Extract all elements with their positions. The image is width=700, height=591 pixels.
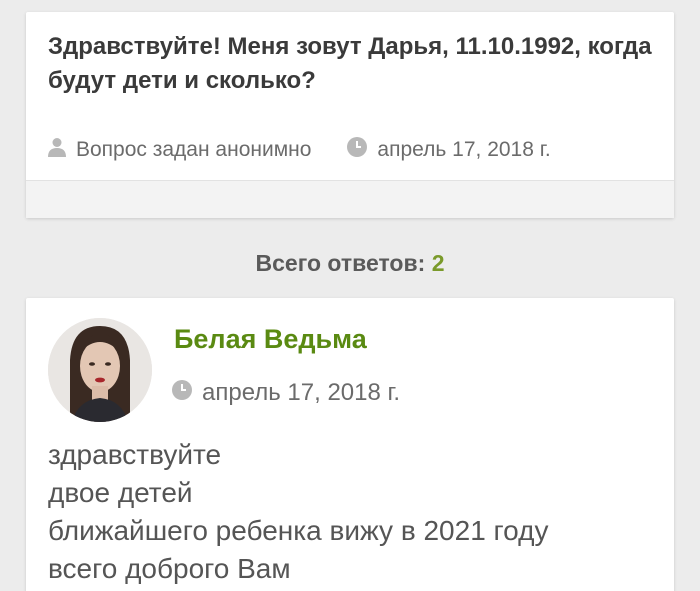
question-card: Здравствуйте! Меня зовут Дарья, 11.10.19… (26, 12, 674, 218)
clock-icon (347, 137, 368, 163)
answer-line: двое детей (48, 477, 193, 508)
answer-date-text: апрель 17, 2018 г. (202, 379, 400, 406)
question-date-text: апрель 17, 2018 г. (377, 138, 551, 161)
answer-date: апрель 17, 2018 г. (172, 378, 400, 408)
avatar-portrait (48, 318, 152, 422)
answers-count: Всего ответов: 2 (0, 250, 700, 277)
answers-count-value: 2 (431, 250, 445, 276)
avatar[interactable] (48, 318, 152, 422)
clock-icon (172, 379, 192, 407)
question-author: Вопрос задан анонимно (48, 137, 311, 163)
answer-line: здравствуйте (48, 439, 222, 470)
answer-body: здравствуйте двое детей ближайшего ребен… (48, 436, 658, 588)
question-footer (26, 180, 674, 218)
answer-author-name[interactable]: Белая Ведьма (174, 324, 367, 355)
answers-count-label: Всего ответов: (255, 250, 426, 276)
answer-card: Белая Ведьма апрель 17, 2018 г. здравств… (26, 298, 674, 591)
question-author-text: Вопрос задан анонимно (76, 138, 312, 161)
user-icon (48, 137, 66, 163)
answer-line: всего доброго Вам (48, 553, 291, 584)
page: Здравствуйте! Меня зовут Дарья, 11.10.19… (0, 0, 700, 591)
answer-line: ближайшего ребенка вижу в 2021 году (48, 515, 549, 546)
question-date: апрель 17, 2018 г. (347, 137, 551, 163)
question-title: Здравствуйте! Меня зовут Дарья, 11.10.19… (48, 33, 652, 94)
question-meta: Вопрос задан анонимно апрель 17, 2018 г. (48, 136, 551, 164)
